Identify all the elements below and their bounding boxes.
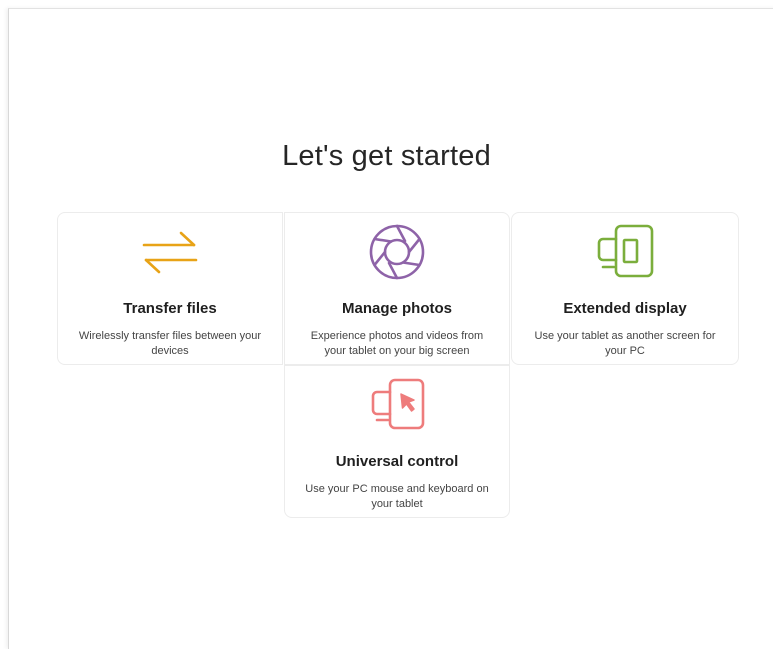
manage-photos-card[interactable]: Manage photos Experience photos and vide… xyxy=(284,212,510,365)
card-title: Universal control xyxy=(335,453,459,470)
aperture-icon xyxy=(285,223,509,281)
card-title: Transfer files xyxy=(123,300,217,317)
card-description: Wirelessly transfer files between your d… xyxy=(78,330,262,357)
universal-control-card[interactable]: Universal control Use your PC mouse and … xyxy=(284,365,510,518)
card-description: Use your tablet as another screen for yo… xyxy=(534,330,716,357)
extended-display-icon xyxy=(512,223,738,281)
extended-display-card[interactable]: Extended display Use your tablet as anot… xyxy=(511,212,739,365)
page-title: Let's get started xyxy=(282,140,491,172)
card-title: Extended display xyxy=(563,300,687,317)
universal-control-icon xyxy=(285,376,509,434)
transfer-arrows-icon xyxy=(58,223,282,281)
card-description: Use your PC mouse and keyboard on your t… xyxy=(305,483,489,510)
card-description: Experience photos and videos from your t… xyxy=(310,330,484,357)
transfer-files-card[interactable]: Transfer files Wirelessly transfer files… xyxy=(57,212,283,365)
card-title: Manage photos xyxy=(341,300,452,317)
